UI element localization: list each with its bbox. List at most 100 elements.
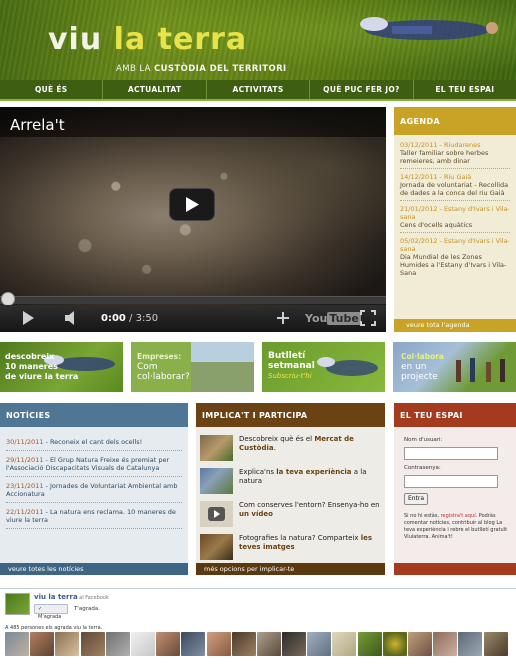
agenda-event[interactable]: 05/02/2012 - Estany d'Ivars i Vila-sana … (400, 233, 510, 280)
password-field[interactable] (404, 475, 498, 488)
username-label: Nom d'usuari: (404, 437, 443, 443)
agenda-event-date[interactable]: 21/01/2012 - Estany d'Ivars i Vila-sana (400, 205, 510, 221)
news-panel: NOTÍCIES 30/11/2011 - Reconeix el cant d… (0, 403, 188, 575)
nav-item-que-es[interactable]: QUÈ ÉS (0, 80, 104, 99)
nav-item-que-puc-fer-jo[interactable]: QUÈ PUC FER JO? (310, 80, 414, 99)
nav-item-activitats[interactable]: ACTIVITATS (207, 80, 311, 99)
fan-avatar[interactable] (408, 632, 432, 656)
involve-title: IMPLICA'T I PARTICIPA (196, 403, 385, 427)
site-tagline: AMB LA CUSTÒDIA DEL TERRITORI (116, 64, 287, 74)
fan-avatar[interactable] (307, 632, 332, 656)
my-space-footer (394, 563, 516, 575)
fan-avatar[interactable] (382, 632, 407, 656)
fan-avatar[interactable] (181, 632, 206, 656)
username-field[interactable] (404, 447, 498, 460)
fan-avatar[interactable] (332, 632, 357, 656)
promo-companies-banner[interactable]: Empreses: Com col·laborar? (131, 342, 254, 392)
news-item[interactable]: 22/11/2011 - La natura ens reclama. 10 m… (6, 503, 182, 529)
facebook-page-picture[interactable] (5, 593, 30, 615)
involve-panel: IMPLICA'T I PARTICIPA Descobreix què és … (196, 403, 385, 575)
involve-row[interactable]: Com conserves l'entorn? Ensenya-ho en un… (200, 499, 381, 529)
agenda-event-date[interactable]: 14/12/2011 - Riu Gaià (400, 173, 510, 181)
news-item[interactable]: 23/11/2011 - Jornades de Voluntariat Amb… (6, 477, 182, 503)
nav-item-actualitat[interactable]: ACTUALITAT (103, 80, 207, 99)
agenda-event[interactable]: 21/01/2012 - Estany d'Ivars i Vila-sana … (400, 201, 510, 233)
involve-row[interactable]: Fotografies la natura? Comparteix les te… (200, 532, 381, 562)
involve-text: Explica'ns (239, 468, 277, 476)
involve-text: Fotografies la natura? Comparteix (239, 534, 361, 542)
main-navigation: QUÈ ÉS ACTUALITAT ACTIVITATS QUÈ PUC FER… (0, 80, 516, 101)
promo-line: descobreix (5, 352, 55, 361)
fan-avatar[interactable] (282, 632, 307, 656)
register-link[interactable]: registra't aquí (441, 513, 476, 519)
involve-video-thumbnail[interactable] (200, 501, 233, 527)
involve-text: Com conserves l'entorn? Ensenya-ho en (239, 501, 380, 509)
news-item-date: 29/11/2011 (6, 456, 44, 464)
fan-avatar[interactable] (55, 632, 80, 656)
agenda-event-date[interactable]: 03/12/2011 - Riudarenes (400, 141, 510, 149)
involve-text: . (273, 444, 276, 452)
news-item[interactable]: 29/11/2011 - El Grup Natura Freixe és pr… (6, 451, 182, 477)
involve-photos-thumbnail[interactable] (200, 534, 233, 560)
fan-avatar[interactable] (256, 632, 281, 656)
logo-word-viu: viu (48, 22, 103, 57)
fan-avatar[interactable] (433, 632, 458, 656)
fullscreen-icon[interactable] (360, 310, 376, 326)
involve-text: Descobreix què és el (239, 435, 315, 443)
fan-avatar[interactable] (130, 632, 155, 656)
fan-avatar[interactable] (156, 632, 181, 656)
involve-more-options-link[interactable]: més opcions per implicar-te (196, 563, 385, 575)
youtube-logo[interactable]: You Tube (305, 312, 361, 325)
promo-10-ways-banner[interactable]: descobreix 10 maneres de viure la terra (0, 342, 123, 392)
fan-avatar[interactable] (105, 632, 130, 656)
my-space-title: EL TEU ESPAI (394, 403, 516, 427)
video-player[interactable]: Arrela't 0:00 / 3:50 You Tube (0, 107, 386, 332)
video-progress-bar[interactable] (0, 296, 386, 304)
login-button[interactable]: Entra (404, 493, 428, 505)
agenda-see-all-link[interactable]: veure tota l'agenda (394, 319, 516, 332)
fan-avatar[interactable] (357, 632, 382, 656)
fan-avatar[interactable] (5, 632, 29, 656)
promo-newsletter-person-illustration (317, 357, 378, 376)
fan-avatar[interactable] (458, 632, 483, 656)
promo-line: 10 maneres (5, 362, 58, 371)
tagline-bold: CUSTÒDIA DEL TERRITORI (153, 64, 287, 74)
volume-icon[interactable] (64, 310, 82, 326)
video-title[interactable]: Arrela't (0, 107, 386, 137)
fan-avatar[interactable] (483, 632, 508, 656)
agenda-event[interactable]: 14/12/2011 - Riu Gaià Jornada de volunta… (400, 169, 510, 201)
fan-avatar[interactable] (206, 632, 231, 656)
play-big-icon[interactable] (169, 188, 215, 221)
promo-line: Col·labora (401, 352, 444, 361)
news-item-text[interactable]: - Reconeix el cant dels ocells! (43, 438, 143, 446)
site-header: viu la terra AMB LA CUSTÒDIA DEL TERRITO… (0, 0, 516, 80)
involve-experience-thumbnail[interactable] (200, 468, 233, 494)
news-see-all-link[interactable]: veure totes les notícies (0, 563, 188, 575)
involve-link[interactable]: la teva experiència (276, 468, 351, 476)
fan-avatar[interactable] (231, 632, 256, 656)
news-item-date: 30/11/2011 (6, 438, 44, 446)
promo-newsletter-banner[interactable]: Butlletí setmanal Subscriu-t'hi (262, 342, 385, 392)
involve-link[interactable]: un vídeo (239, 510, 273, 518)
youtube-logo-tube: Tube (327, 312, 361, 325)
promo-project-banner[interactable]: Col·labora en un projecte (393, 342, 516, 392)
agenda-event-text: Taller familiar sobre herbes remeieres, … (400, 149, 489, 165)
facebook-like-button[interactable]: ✓ M'agrada (34, 604, 68, 620)
agenda-event-text: Jornada de voluntariat - Recollida de da… (400, 181, 509, 197)
play-icon[interactable] (20, 310, 36, 326)
fan-avatar[interactable] (30, 632, 55, 656)
involve-row[interactable]: Descobreix què és el Mercat de Custòdia. (200, 433, 381, 463)
facebook-fan-count: A 485 persones els agrada viu la terra. (5, 625, 103, 631)
agenda-event-date[interactable]: 05/02/2012 - Estany d'Ivars i Vila-sana (400, 237, 510, 253)
facebook-page-name[interactable]: viu la terra al Facebook (34, 593, 109, 601)
nav-item-el-teu-espai[interactable]: EL TEU ESPAI (414, 80, 516, 99)
involve-row-text: Explica'ns la teva experiència a la natu… (239, 468, 383, 486)
site-logo[interactable]: viu la terra (48, 22, 247, 57)
plus-icon[interactable] (275, 310, 291, 326)
news-item[interactable]: 30/11/2011 - Reconeix el cant dels ocell… (6, 433, 182, 451)
video-progress-knob[interactable] (1, 292, 15, 306)
agenda-event[interactable]: 03/12/2011 - Riudarenes Taller familiar … (400, 137, 510, 169)
involve-row[interactable]: Explica'ns la teva experiència a la natu… (200, 466, 381, 496)
fan-avatar[interactable] (80, 632, 105, 656)
involve-market-thumbnail[interactable] (200, 435, 233, 461)
